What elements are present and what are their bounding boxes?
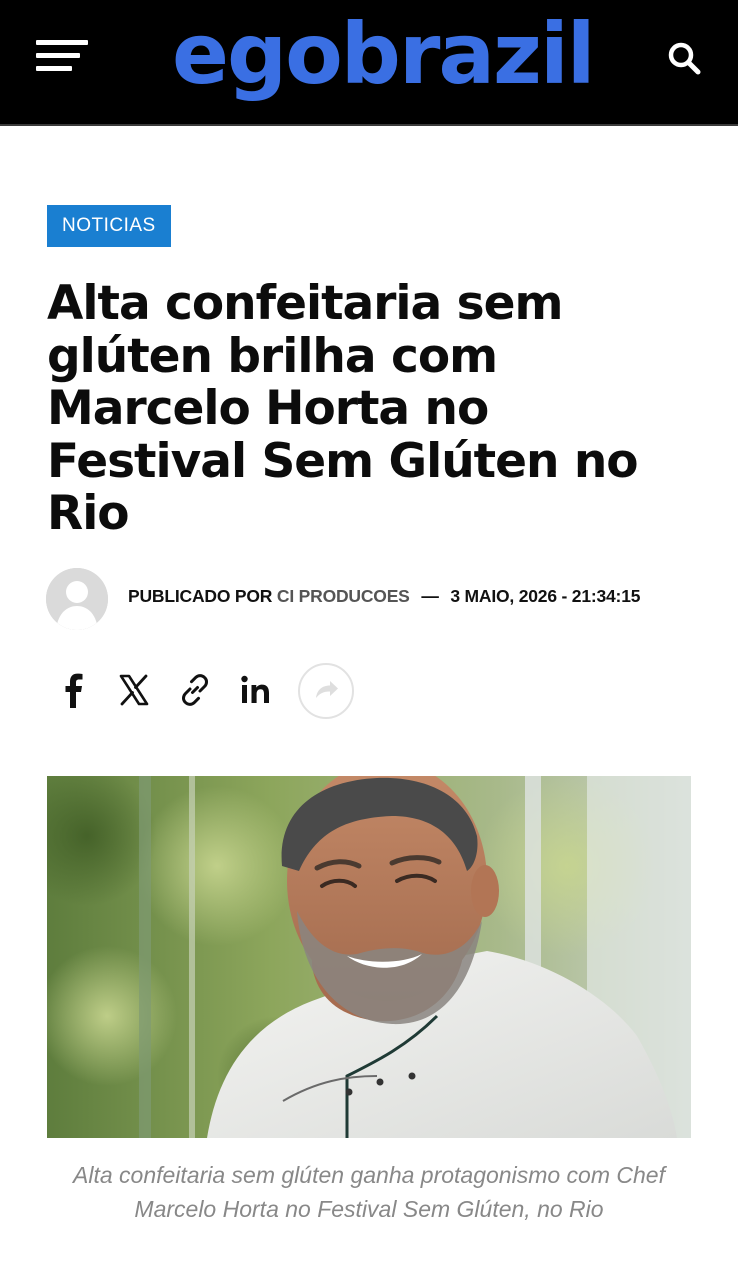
search-icon[interactable] (666, 40, 702, 76)
share-more-icon[interactable] (298, 663, 354, 719)
publish-date: 3 MAIO, 2026 - 21:34:15 (450, 586, 641, 606)
site-header: egobrazil (0, 0, 738, 126)
article-title: Alta confeitaria sem glúten brilha com M… (47, 276, 639, 541)
byline-separator: — (421, 586, 439, 606)
category-badge[interactable]: NOTICIAS (47, 205, 171, 247)
article-photo (47, 776, 691, 1138)
hamburger-menu-icon[interactable] (36, 38, 88, 74)
author-link[interactable]: CI PRODUCOES (277, 586, 410, 606)
author-avatar (46, 568, 108, 630)
facebook-icon[interactable] (58, 672, 90, 728)
byline-prefix: PUBLICADO POR (128, 586, 273, 606)
x-icon[interactable] (116, 672, 152, 728)
photo-caption: Alta confeitaria sem glúten ganha protag… (73, 1162, 665, 1222)
link-icon[interactable] (177, 672, 213, 728)
site-logo[interactable]: egobrazil (172, 4, 596, 104)
linkedin-icon[interactable] (238, 672, 274, 728)
byline: PUBLICADO POR CI PRODUCOES — 3 MAIO, 202… (128, 586, 640, 607)
